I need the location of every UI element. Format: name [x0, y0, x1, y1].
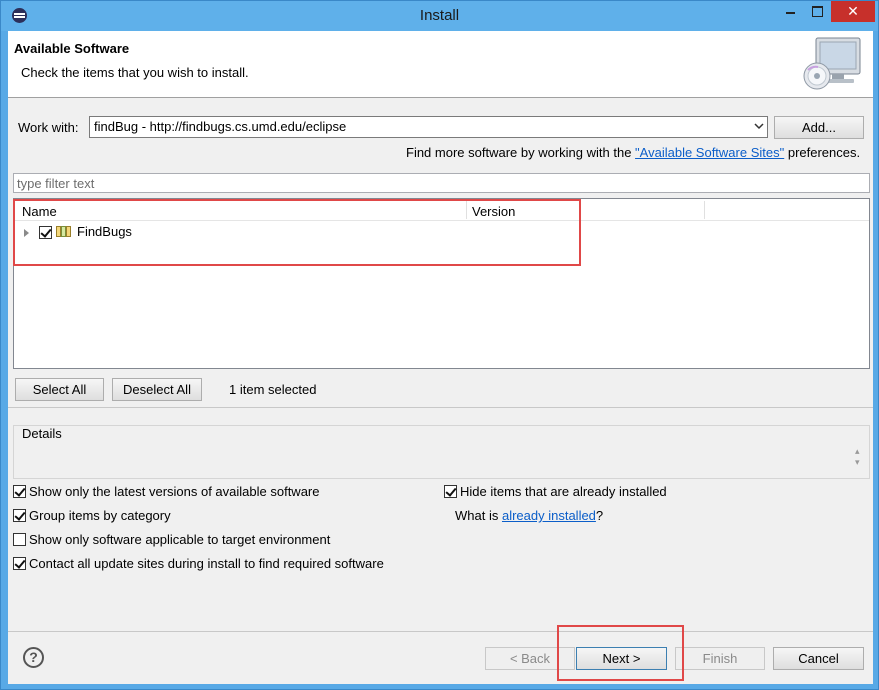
work-with-combo[interactable]: findBug - http://findbugs.cs.umd.edu/ecl…	[89, 116, 768, 138]
available-sites-hint: Find more software by working with the "…	[406, 145, 860, 160]
add-site-button[interactable]: Add...	[774, 116, 864, 139]
hint-prefix: Find more software by working with the	[406, 145, 636, 160]
latest-versions-label: Show only the latest versions of availab…	[29, 484, 320, 499]
findbugs-label: FindBugs	[77, 224, 132, 239]
close-button[interactable]: ✕	[831, 1, 875, 22]
window-title: Install	[419, 7, 460, 24]
selection-status: 1 item selected	[229, 382, 317, 397]
dialog-body: Available Software Check the items that …	[8, 31, 873, 684]
install-window: Install ✕ Available Software Check the i…	[0, 0, 879, 690]
help-icon[interactable]: ?	[23, 647, 44, 668]
chevron-down-icon[interactable]	[754, 121, 764, 131]
findbugs-checkbox[interactable]	[39, 226, 52, 239]
separator	[8, 407, 873, 408]
back-button[interactable]: < Back	[485, 647, 575, 670]
minimize-button[interactable]	[777, 1, 803, 22]
filter-input[interactable]: type filter text	[13, 173, 870, 193]
group-by-category-label: Group items by category	[29, 508, 171, 523]
applicable-software-checkbox[interactable]	[13, 533, 26, 546]
feature-category-icon	[56, 226, 71, 237]
next-button[interactable]: Next >	[576, 647, 667, 670]
contact-update-sites-checkbox[interactable]	[13, 557, 26, 570]
tree-row-findbugs[interactable]: FindBugs	[14, 224, 614, 242]
what-is-suffix: ?	[595, 508, 604, 523]
wizard-header: Available Software Check the items that …	[8, 31, 873, 98]
already-installed-link[interactable]: already installed	[502, 508, 596, 523]
hide-installed-checkbox[interactable]	[444, 485, 457, 498]
cancel-button[interactable]: Cancel	[773, 647, 864, 670]
deselect-all-button[interactable]: Deselect All	[112, 378, 202, 401]
available-software-sites-link[interactable]: "Available Software Sites"	[635, 145, 784, 160]
page-title: Available Software	[14, 41, 130, 56]
work-with-value: findBug - http://findbugs.cs.umd.edu/ecl…	[94, 119, 347, 134]
details-scroll-icon[interactable]: ▴ ▾	[855, 446, 863, 467]
latest-versions-checkbox[interactable]	[13, 485, 26, 498]
what-is-prefix: What is	[455, 508, 502, 523]
software-tree[interactable]: Name Version FindBugs	[13, 198, 870, 369]
tree-header: Name Version	[14, 199, 869, 221]
install-software-icon	[803, 37, 861, 90]
column-divider	[466, 201, 467, 219]
group-by-category-checkbox[interactable]	[13, 509, 26, 522]
applicable-software-label: Show only software applicable to target …	[29, 532, 331, 547]
details-panel: Details ▴ ▾	[13, 425, 870, 479]
select-all-button[interactable]: Select All	[15, 378, 104, 401]
separator	[8, 631, 873, 632]
contact-update-sites-label: Contact all update sites during install …	[29, 556, 384, 571]
page-description: Check the items that you wish to install…	[21, 65, 249, 80]
column-divider	[704, 201, 705, 219]
close-icon: ✕	[847, 3, 859, 19]
hide-installed-label: Hide items that are already installed	[460, 484, 667, 499]
column-version[interactable]: Version	[472, 204, 515, 219]
details-title: Details	[22, 426, 62, 441]
expand-arrow-icon[interactable]	[24, 229, 29, 237]
work-with-label: Work with:	[18, 120, 79, 135]
finish-button[interactable]: Finish	[675, 647, 765, 670]
maximize-button[interactable]	[804, 1, 830, 22]
column-name[interactable]: Name	[22, 204, 57, 219]
title-bar[interactable]: Install ✕	[1, 1, 878, 31]
what-is-installed: What is already installed?	[455, 508, 603, 523]
hint-suffix: preferences.	[784, 145, 861, 160]
